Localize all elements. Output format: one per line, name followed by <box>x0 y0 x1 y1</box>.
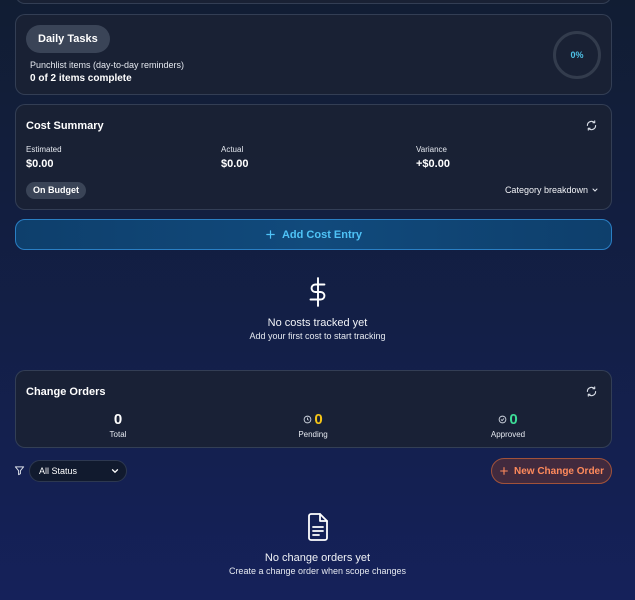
variance-label: Variance <box>416 145 447 154</box>
costs-empty-subtitle: Add your first cost to start tracking <box>249 331 386 341</box>
new-change-order-label: New Change Order <box>513 465 605 477</box>
pending-label: Pending <box>298 430 328 439</box>
change-orders-card: Change Orders 0 Total 0 Pending 0 Approv… <box>15 370 612 448</box>
document-icon <box>307 513 328 541</box>
change-orders-empty-state: No change orders yet Create a change ord… <box>0 513 635 576</box>
chevron-down-icon <box>111 469 119 474</box>
approved-count-row: 0 <box>448 411 568 428</box>
filter-icon[interactable] <box>14 465 25 476</box>
category-breakdown-toggle[interactable]: Category breakdown <box>505 185 599 195</box>
progress-ring: 0% <box>553 31 601 79</box>
budget-status-badge: On Budget <box>26 182 86 199</box>
cost-summary-card: Cost Summary Estimated $0.00 Actual $0.0… <box>15 104 612 210</box>
add-cost-entry-label: Add Cost Entry <box>281 228 363 241</box>
status-filter-value: All Status <box>39 466 78 476</box>
estimated-value: $0.00 <box>26 158 54 170</box>
status-filter-select[interactable]: All Status <box>29 460 127 482</box>
dollar-icon <box>309 277 325 307</box>
new-change-order-button[interactable]: New Change Order <box>491 458 612 484</box>
pending-count: 0 <box>314 411 323 428</box>
daily-tasks-count: 0 of 2 items complete <box>30 73 132 84</box>
refresh-icon[interactable] <box>585 385 597 397</box>
actual-label: Actual <box>221 145 244 154</box>
refresh-icon[interactable] <box>585 119 597 131</box>
previous-card-edge <box>15 0 612 4</box>
daily-tasks-title: Daily Tasks <box>26 25 110 53</box>
total-label: Total <box>109 430 127 439</box>
progress-label: 0% <box>570 50 584 60</box>
change-orders-empty-subtitle: Create a change order when scope changes <box>228 566 407 576</box>
plus-icon <box>266 230 275 239</box>
chevron-down-icon <box>592 188 598 192</box>
clock-icon <box>304 415 312 424</box>
pending-stat: 0 Pending <box>253 411 373 439</box>
costs-empty-title: No costs tracked yet <box>267 317 368 329</box>
approved-label: Approved <box>490 430 526 439</box>
estimated-label: Estimated <box>26 145 62 154</box>
daily-tasks-card[interactable]: Daily Tasks Punchlist items (day-to-day … <box>15 14 612 95</box>
change-orders-title: Change Orders <box>26 386 106 398</box>
daily-tasks-subtitle: Punchlist items (day-to-day reminders) <box>30 60 185 70</box>
category-breakdown-label: Category breakdown <box>504 185 588 195</box>
approved-stat: 0 Approved <box>448 411 568 439</box>
cost-summary-title: Cost Summary <box>26 120 104 132</box>
variance-value: +$0.00 <box>416 158 450 170</box>
costs-empty-state: No costs tracked yet Add your first cost… <box>0 277 635 341</box>
actual-value: $0.00 <box>221 158 249 170</box>
plus-icon <box>500 467 508 475</box>
approved-count: 0 <box>509 411 518 428</box>
add-cost-entry-button[interactable]: Add Cost Entry <box>15 219 612 250</box>
check-circle-icon <box>499 415 507 424</box>
pending-count-row: 0 <box>253 411 373 428</box>
total-count: 0 <box>113 411 123 428</box>
change-orders-empty-title: No change orders yet <box>264 552 371 564</box>
total-stat: 0 Total <box>58 411 178 439</box>
